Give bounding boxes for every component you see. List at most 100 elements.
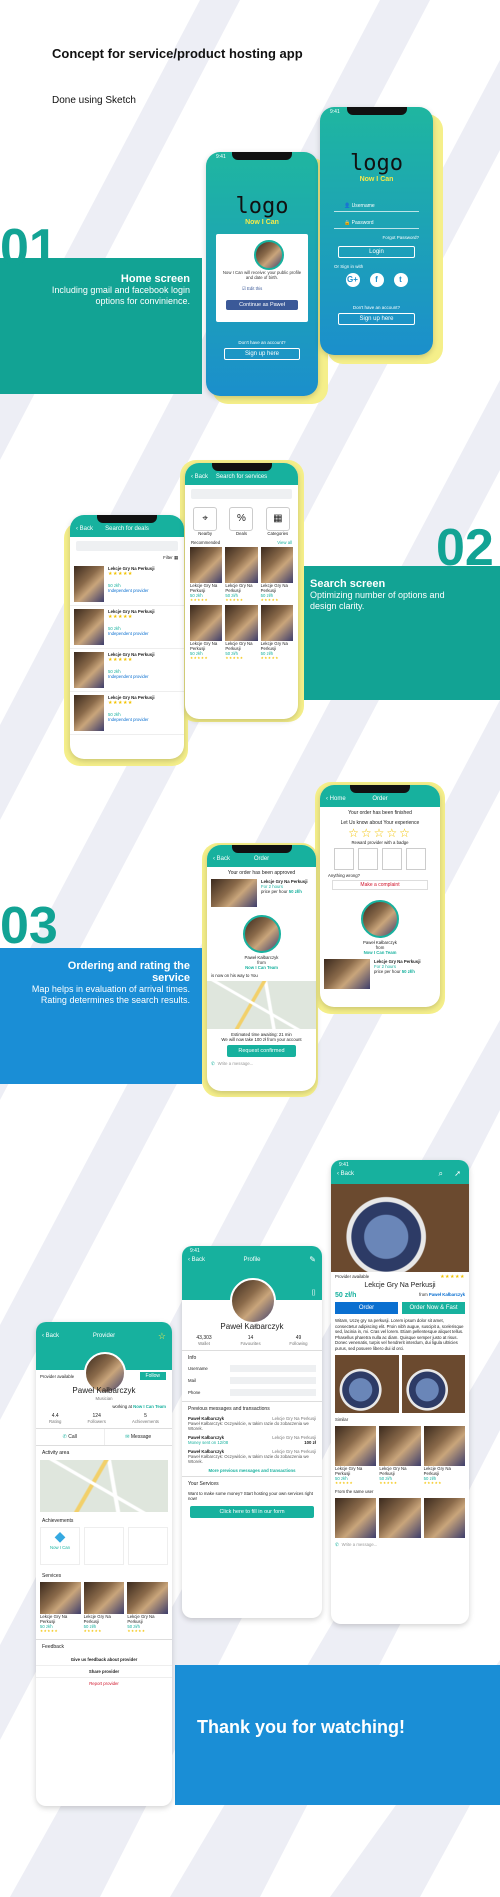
filter-button[interactable]: Filter ▦	[76, 555, 178, 561]
list-item[interactable]: Lekcje Gry Na Perkusji ★★★★★ 50 zł/h Indepe…	[70, 563, 184, 606]
list-item[interactable]: Lekcje Gry Na Perkusji ★★★★★ 50 zł/h Indepe…	[70, 692, 184, 735]
fill-form-button[interactable]: Click here to fill in our form	[190, 1506, 314, 1518]
gallery-photo[interactable]	[335, 1355, 399, 1413]
list-item[interactable]: Lekcje Gry Na Perkusji ★★★★★ 50 zł/h Indepe…	[70, 606, 184, 649]
sign-up-button[interactable]: Sign up here	[224, 348, 300, 360]
rating-stars: ★★★★★	[335, 1481, 354, 1485]
message-row[interactable]: Paweł Kałbarczyk Lekcje Gry Na Perkusji Mo…	[188, 1435, 316, 1445]
phone-icon[interactable]: ✆	[335, 1542, 339, 1548]
rating-stars[interactable]: ☆☆☆☆☆	[320, 826, 440, 840]
service-title: Lekcje Gry Na Perkusji	[260, 641, 288, 651]
grid-view-icon[interactable]: ▦	[174, 555, 178, 560]
back-button[interactable]: ‹ Back	[337, 1171, 354, 1177]
order-finished-text: Your order has been finished	[348, 810, 412, 816]
message-row[interactable]: Paweł Kałbarczyk Lekcje Gry Na Perkusji Pa…	[188, 1449, 316, 1464]
service-thumbnail	[83, 1582, 125, 1614]
same-user-thumb[interactable]	[423, 1498, 465, 1538]
service-card[interactable]: Lekcje Gry Na Perkusji 50 zł/h ★★★★★	[40, 1582, 81, 1633]
info-row[interactable]: Phone	[188, 1389, 316, 1396]
service-card[interactable]: Lekcje Gry Na Perkusji 50 zł/h ★★★★★	[423, 1426, 465, 1485]
message-input[interactable]: Write a message...	[342, 1542, 378, 1548]
search-icon[interactable]: ⌕	[439, 1169, 443, 1179]
edit-link[interactable]: ☑ Edit this	[242, 286, 262, 292]
service-title: Lekcje Gry Na Perkusji	[260, 583, 288, 593]
google-plus-icon[interactable]: G+	[345, 273, 360, 287]
give-feedback-button[interactable]: Give us feedback about provider	[36, 1654, 172, 1665]
field-value[interactable]	[230, 1377, 316, 1384]
service-card[interactable]: Lekcje Gry Na Perkusji 50 zł/h ★★★★★	[335, 1426, 377, 1485]
twitter-icon[interactable]: t	[393, 273, 408, 287]
facebook-icon[interactable]: f	[369, 273, 384, 287]
sign-up-button[interactable]: Sign up here	[338, 313, 415, 325]
list-item[interactable]: Lekcje Gry Na Perkusji ★★★★★ 50 zł/h Indepe…	[70, 649, 184, 692]
username-field[interactable]: 👤 Username	[334, 201, 419, 212]
login-button[interactable]: Login	[338, 246, 415, 258]
service-card[interactable]: Lekcje Gry Na Perkusji 50 zł/h ★★★★★	[190, 547, 223, 602]
activity-map[interactable]	[40, 1460, 168, 1512]
make-complaint-button[interactable]: Make a complaint	[332, 880, 428, 890]
phone-icon[interactable]: ✆	[211, 1061, 215, 1067]
request-confirmed-button[interactable]: Request confirmed	[227, 1045, 296, 1057]
phone-profile: 9:41 ‹ Back Profile ✎ ⌷ Paweł Kałbarczyk…	[182, 1246, 322, 1618]
stat-label: Achievements	[131, 1419, 159, 1424]
info-row[interactable]: Username	[188, 1365, 316, 1372]
service-card[interactable]: Lekcje Gry Na Perkusji 50 zł/h ★★★★★	[225, 605, 258, 660]
field-value[interactable]	[230, 1365, 316, 1372]
info-row[interactable]: Mail	[188, 1377, 316, 1384]
forgot-password-link[interactable]: Forgot Password?	[320, 235, 419, 240]
service-photo	[331, 1184, 469, 1272]
star-favourite-icon[interactable]: ☆	[158, 1331, 166, 1342]
service-title: Lekcje Gry Na Perkusji	[127, 1614, 155, 1624]
service-card[interactable]: Lekcje Gry Na Perkusji 50 zł/h ★★★★★	[190, 605, 223, 660]
gallery-photo[interactable]	[401, 1355, 465, 1413]
same-user-thumb[interactable]	[335, 1498, 377, 1538]
message-row[interactable]: Paweł Kałbarczyk Lekcje Gry Na Perkusji Pa…	[188, 1416, 316, 1431]
follow-button[interactable]: Follow	[139, 1372, 166, 1380]
badge-slot[interactable]	[406, 848, 426, 870]
message-input[interactable]: Write a message...	[218, 1061, 254, 1067]
categories-category[interactable]: ▦ Categories	[265, 507, 290, 536]
message-button[interactable]: ✉ Message	[105, 1429, 173, 1445]
field-value[interactable]	[230, 1389, 316, 1396]
section-band-home: Home screen Including gmail and facebook…	[0, 258, 202, 394]
search-input[interactable]	[191, 489, 292, 499]
service-card[interactable]: Lekcje Gry Na Perkusji 50 zł/h ★★★★★	[260, 547, 293, 602]
message-bar[interactable]: ✆ Write a message...	[335, 1542, 465, 1548]
badge-slots	[320, 848, 440, 870]
same-user-label: From the same user	[335, 1489, 374, 1494]
section-title: Home screen	[120, 273, 190, 285]
price: 50 zł/h	[335, 1292, 357, 1299]
order-button[interactable]: Order	[335, 1302, 398, 1314]
more-messages-link[interactable]: More previous messages and transactions	[182, 1468, 322, 1473]
badge-slot[interactable]	[382, 848, 402, 870]
service-card[interactable]: Lekcje Gry Na Perkusji 50 zł/h ★★★★★	[83, 1582, 125, 1633]
continue-as-button[interactable]: Continue as Paweł	[226, 300, 298, 310]
camera-icon[interactable]: ⌷	[311, 1288, 316, 1298]
achievement-badge[interactable]: ◆ Now I Can	[40, 1527, 80, 1565]
password-field[interactable]: 🔒 Password	[334, 218, 419, 229]
share-provider-button[interactable]: Share provider	[36, 1665, 172, 1677]
service-card[interactable]: Lekcje Gry Na Perkusji 50 zł/h ★★★★★	[225, 547, 258, 602]
view-all-link[interactable]: View all	[277, 540, 292, 545]
call-button[interactable]: ✆ Call	[36, 1429, 105, 1445]
provider-link[interactable]: Paweł Kałbarczyk	[429, 1292, 465, 1297]
badge-slot[interactable]	[334, 848, 354, 870]
order-fast-button[interactable]: Order Now & Fast	[402, 1302, 465, 1314]
message-bar[interactable]: ✆ Write a message...	[211, 1061, 312, 1067]
badge-label: Now I Can	[49, 1545, 71, 1550]
service-thumbnail	[190, 547, 223, 583]
service-card[interactable]: Lekcje Gry Na Perkusji 50 zł/h ★★★★★	[379, 1426, 421, 1485]
edit-icon[interactable]: ✎	[309, 1255, 316, 1264]
nearby-category[interactable]: ⌖ Nearby	[193, 507, 218, 536]
recommended-header: Recommended View all	[191, 540, 292, 545]
deals-category[interactable]: % Deals	[229, 507, 254, 536]
service-card[interactable]: Lekcje Gry Na Perkusji 50 zł/h ★★★★★	[260, 605, 293, 660]
service-card[interactable]: Lekcje Gry Na Perkusji 50 zł/h ★★★★★	[127, 1582, 168, 1633]
avatar	[254, 240, 284, 270]
report-provider-button[interactable]: Report provider	[36, 1677, 172, 1689]
route-map[interactable]	[207, 981, 316, 1029]
same-user-thumb[interactable]	[379, 1498, 421, 1538]
badge-slot[interactable]	[358, 848, 378, 870]
share-icon[interactable]: ➚	[454, 1169, 461, 1178]
search-input[interactable]	[76, 541, 178, 551]
